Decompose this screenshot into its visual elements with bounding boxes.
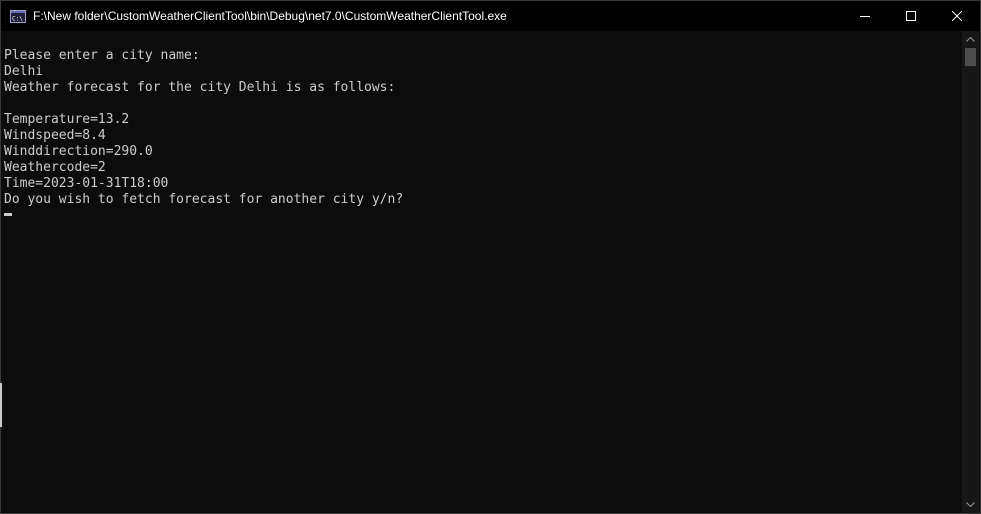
scroll-down-button[interactable] (962, 496, 979, 513)
console-line: Winddirection=290.0 (4, 144, 153, 159)
console-line: Do you wish to fetch forecast for anothe… (4, 192, 404, 207)
console-window: C:\ F:\New folder\CustomWeatherClientToo… (0, 0, 981, 514)
vertical-scrollbar[interactable] (962, 31, 979, 513)
console-line: Weathercode=2 (4, 160, 106, 175)
close-button[interactable] (934, 1, 980, 31)
console-line: Time=2023-01-31T18:00 (4, 176, 169, 191)
minimize-icon (860, 16, 870, 17)
console-app-icon: C:\ (10, 9, 26, 23)
console-line: Temperature=13.2 (4, 112, 130, 127)
svg-text:C:\: C:\ (12, 15, 23, 22)
console-line: Windspeed=8.4 (4, 128, 106, 143)
close-icon (952, 11, 962, 21)
console-line: Please enter a city name: (4, 48, 200, 63)
chevron-down-icon (966, 502, 975, 507)
text-cursor (4, 213, 12, 216)
maximize-button[interactable] (888, 1, 934, 31)
console-output[interactable]: Please enter a city name: Delhi Weather … (2, 31, 962, 513)
scroll-up-button[interactable] (962, 31, 979, 48)
console-lines: Please enter a city name: Delhi Weather … (2, 31, 962, 208)
chevron-up-icon (966, 37, 975, 42)
window-title: F:\New folder\CustomWeatherClientTool\bi… (33, 9, 507, 23)
console-line: Delhi (4, 64, 44, 79)
console-line: Weather forecast for the city Delhi is a… (4, 80, 396, 95)
window-controls (842, 1, 980, 31)
maximize-icon (906, 11, 916, 21)
scroll-thumb[interactable] (965, 48, 976, 66)
background-window-edge (0, 383, 2, 427)
title-bar[interactable]: C:\ F:\New folder\CustomWeatherClientToo… (1, 1, 980, 31)
minimize-button[interactable] (842, 1, 888, 31)
